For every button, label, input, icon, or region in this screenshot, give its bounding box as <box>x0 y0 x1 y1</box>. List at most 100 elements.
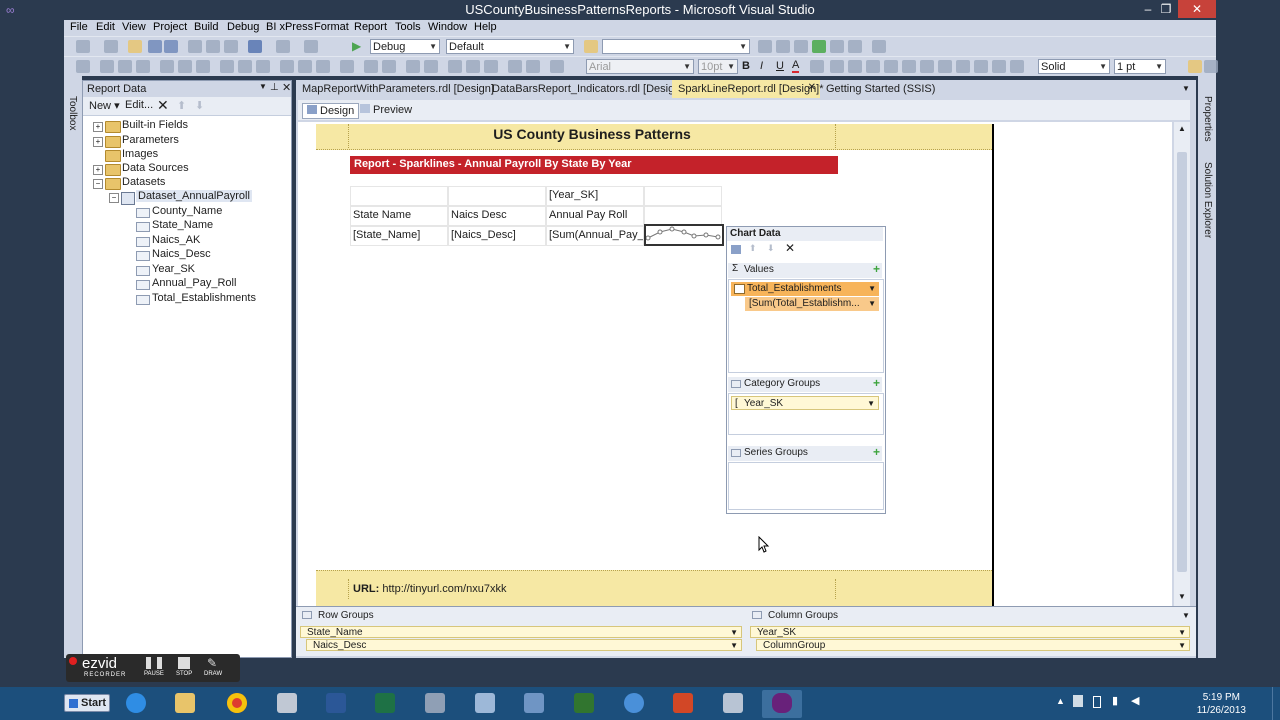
center-vertically-icon[interactable] <box>382 60 396 73</box>
menu-bi-xpress[interactable]: BI xPress <box>266 21 313 33</box>
save-icon[interactable] <box>148 40 162 53</box>
align-top-icon[interactable] <box>136 60 150 73</box>
system-clock[interactable]: 5:19 PM 11/26/2013 <box>1197 691 1246 717</box>
size-to-grid-icon[interactable] <box>256 60 270 73</box>
chart-properties-icon[interactable] <box>731 245 741 254</box>
text-align-justify-icon[interactable] <box>884 60 898 73</box>
delete-icon[interactable]: ✕ <box>157 97 169 113</box>
tree-data-sources[interactable]: Data Sources <box>122 162 189 174</box>
row-group-item[interactable]: Naics_Desc ▼ <box>306 639 742 651</box>
font-color-icon[interactable]: A <box>792 59 800 73</box>
add-item-icon[interactable] <box>104 40 118 53</box>
toolbox-strip[interactable]: Toolbox <box>64 76 82 658</box>
scroll-up-icon[interactable]: ▲ <box>1178 124 1186 133</box>
add-category-group-icon[interactable]: + <box>873 376 880 390</box>
tab-databars-report[interactable]: DataBarsReport_Indicators.rdl [Design] <box>486 80 689 98</box>
table-corner-cell[interactable] <box>350 186 448 206</box>
decrease-indent-icon[interactable] <box>938 60 952 73</box>
menu-file[interactable]: File <box>70 21 88 33</box>
tree-built-in-fields[interactable]: Built-in Fields <box>122 119 188 131</box>
pane-options-icon[interactable]: ▼ <box>259 82 267 91</box>
tab-order-icon[interactable] <box>526 60 540 73</box>
lock-icon[interactable] <box>484 60 498 73</box>
restore-button[interactable]: ❐ <box>1154 0 1178 18</box>
move-up-icon[interactable]: ⬆ <box>177 99 186 112</box>
tab-list-chevron-icon[interactable]: ▼ <box>1182 84 1190 93</box>
tree-field[interactable]: Annual_Pay_Roll <box>152 277 236 289</box>
new-button[interactable]: New ▾ <box>89 99 120 112</box>
menu-view[interactable]: View <box>122 21 146 33</box>
text-align-center-icon[interactable] <box>848 60 862 73</box>
tree-field[interactable]: Total_Establishments <box>152 292 256 304</box>
extra-toolbar-icon[interactable] <box>550 60 564 73</box>
taskbar-paint-brush[interactable] <box>465 690 505 718</box>
detail-annual-pay-roll[interactable]: [Sum(Annual_Pay_F <box>546 226 644 246</box>
bold-icon[interactable]: B <box>742 60 750 72</box>
tree-images[interactable]: Images <box>122 148 158 160</box>
close-button[interactable]: ✕ <box>1178 0 1216 18</box>
battery-icon[interactable] <box>1093 696 1101 708</box>
tree-field[interactable]: Year_SK <box>152 263 195 275</box>
copy-icon[interactable] <box>206 40 220 53</box>
sparkline-chart[interactable] <box>644 224 724 246</box>
solution-explorer-tab[interactable]: Solution Explorer <box>1202 162 1213 238</box>
platform-combo[interactable]: Default ▼ <box>446 39 574 54</box>
taskbar-chrome[interactable] <box>217 690 257 718</box>
bring-to-front-icon[interactable] <box>406 60 420 73</box>
align-middle-icon[interactable] <box>160 60 174 73</box>
border-style-combo[interactable]: Solid ▼ <box>1038 59 1110 74</box>
value-series-field[interactable]: Total_Establishments ▼ <box>731 282 879 296</box>
menu-report[interactable]: Report <box>354 21 387 33</box>
text-align-left-icon[interactable] <box>830 60 844 73</box>
dropdown-more-icon[interactable] <box>872 40 886 53</box>
taskbar-internet-explorer[interactable] <box>116 690 156 718</box>
navigate-icon[interactable] <box>304 40 318 53</box>
detail-state-name[interactable]: [State_Name] <box>350 226 448 246</box>
order-icon[interactable] <box>508 60 522 73</box>
menu-project[interactable]: Project <box>153 21 187 33</box>
decrease-spacing-icon[interactable] <box>316 60 330 73</box>
values-box[interactable]: Total_Establishments ▼ [Sum(Total_Establi… <box>728 279 884 373</box>
taskbar-app[interactable] <box>614 690 654 718</box>
edit-button[interactable]: Edit... <box>125 99 153 111</box>
add-series-group-icon[interactable]: + <box>873 445 880 459</box>
solution-config-combo[interactable]: Debug ▼ <box>370 39 440 54</box>
properties-tab[interactable]: Properties <box>1202 96 1213 142</box>
toolbox-icon[interactable] <box>812 40 826 53</box>
center-horizontally-icon[interactable] <box>364 60 378 73</box>
menu-build[interactable]: Build <box>194 21 218 33</box>
close-tab-icon[interactable]: ✕ <box>808 82 816 93</box>
delete-icon[interactable]: ✕ <box>785 241 795 255</box>
grid-icon[interactable] <box>448 60 462 73</box>
undo-icon[interactable] <box>248 40 262 53</box>
footer-url-textbox[interactable]: URL: http://tinyurl.com/nxu7xkk <box>348 579 836 599</box>
collapse-icon[interactable]: − <box>93 179 103 189</box>
border-width-combo[interactable]: 1 pt ▼ <box>1114 59 1166 74</box>
properties-icon[interactable] <box>776 40 790 53</box>
row-group-item[interactable]: State_Name ▼ <box>300 626 742 638</box>
border-more-icon[interactable] <box>1010 60 1024 73</box>
header-state-name[interactable]: State Name <box>350 206 448 226</box>
header-naics-desc[interactable]: Naics Desc <box>448 206 546 226</box>
tab-getting-started[interactable]: Getting Started (SSIS) <box>820 80 941 98</box>
expand-icon[interactable]: + <box>93 122 103 132</box>
object-browser-icon[interactable] <box>794 40 808 53</box>
taskbar-calculator[interactable] <box>713 690 753 718</box>
taskbar-visual-studio[interactable] <box>762 690 802 718</box>
stop-icon[interactable] <box>178 657 190 669</box>
value-expression-field[interactable]: [Sum(Total_Establishm... ▼ <box>745 297 879 311</box>
close-icon[interactable]: ✕ <box>282 81 291 94</box>
background-color-icon[interactable] <box>810 60 824 73</box>
numbering-icon[interactable] <box>920 60 934 73</box>
scroll-thumb[interactable] <box>1177 152 1187 572</box>
tree-parameters[interactable]: Parameters <box>122 134 179 146</box>
save-all-icon[interactable] <box>164 40 178 53</box>
grouping-options-icon[interactable]: ▼ <box>1182 611 1190 620</box>
expand-icon[interactable]: + <box>93 165 103 175</box>
tree-field[interactable]: Naics_Desc <box>152 248 211 260</box>
paste-icon[interactable] <box>224 40 238 53</box>
network-icon[interactable]: ▮ <box>1112 694 1118 707</box>
increase-indent-icon[interactable] <box>956 60 970 73</box>
tree-field[interactable]: Naics_AK <box>152 234 200 246</box>
flag-icon[interactable] <box>1073 695 1083 707</box>
